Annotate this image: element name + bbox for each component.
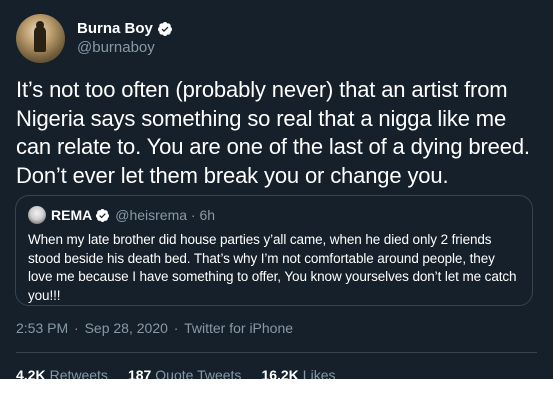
quoted-tweet[interactable]: REMA @heisrema · 6h When my late brother…	[15, 195, 533, 306]
quoted-display-name: REMA	[51, 207, 93, 223]
tweet-card: Burna Boy @burnaboy It’s not too often (…	[0, 0, 553, 379]
quoted-handle-time: @heisrema · 6h	[115, 207, 216, 223]
meta-separator: ·	[173, 320, 179, 336]
quote-tweets-label: Quote Tweets	[155, 367, 242, 379]
retweets-stat[interactable]: 4.2K Retweets	[16, 367, 108, 379]
tweet-text: It’s not too often (probably never) that…	[16, 77, 530, 188]
divider	[16, 352, 537, 353]
retweets-label: Retweets	[49, 367, 108, 379]
avatar[interactable]	[16, 13, 65, 63]
quoted-tweet-header: REMA @heisrema · 6h	[28, 206, 520, 224]
likes-label: Likes	[302, 367, 336, 379]
likes-count: 16.2K	[261, 367, 299, 379]
author-names: Burna Boy @burnaboy	[77, 20, 173, 56]
tweet-stats: 4.2K Retweets 187 Quote Tweets 16.2K Lik…	[16, 367, 355, 379]
author-handle[interactable]: @burnaboy	[77, 39, 173, 56]
likes-stat[interactable]: 16.2K Likes	[261, 367, 335, 379]
tweet-time[interactable]: 2:53 PM	[16, 320, 68, 336]
tweet-meta: 2:53 PM · Sep 28, 2020 · Twitter for iPh…	[16, 320, 293, 336]
meta-separator: ·	[74, 320, 79, 336]
tweet-header: Burna Boy @burnaboy	[16, 13, 173, 63]
quoted-tweet-text: When my late brother did house parties y…	[28, 232, 517, 303]
retweets-count: 4.2K	[16, 367, 46, 379]
avatar-figure	[34, 25, 46, 52]
tweet-date[interactable]: Sep 28, 2020	[85, 320, 168, 336]
quoted-avatar	[28, 206, 46, 224]
name-row: Burna Boy	[77, 20, 173, 37]
display-name[interactable]: Burna Boy	[77, 20, 153, 37]
quoted-verified-badge-icon	[95, 208, 110, 223]
tweet-source[interactable]: Twitter for iPhone	[184, 320, 293, 336]
quote-tweets-stat[interactable]: 187 Quote Tweets	[128, 367, 242, 379]
verified-badge-icon	[157, 21, 173, 37]
quote-tweets-count: 187	[127, 367, 152, 379]
